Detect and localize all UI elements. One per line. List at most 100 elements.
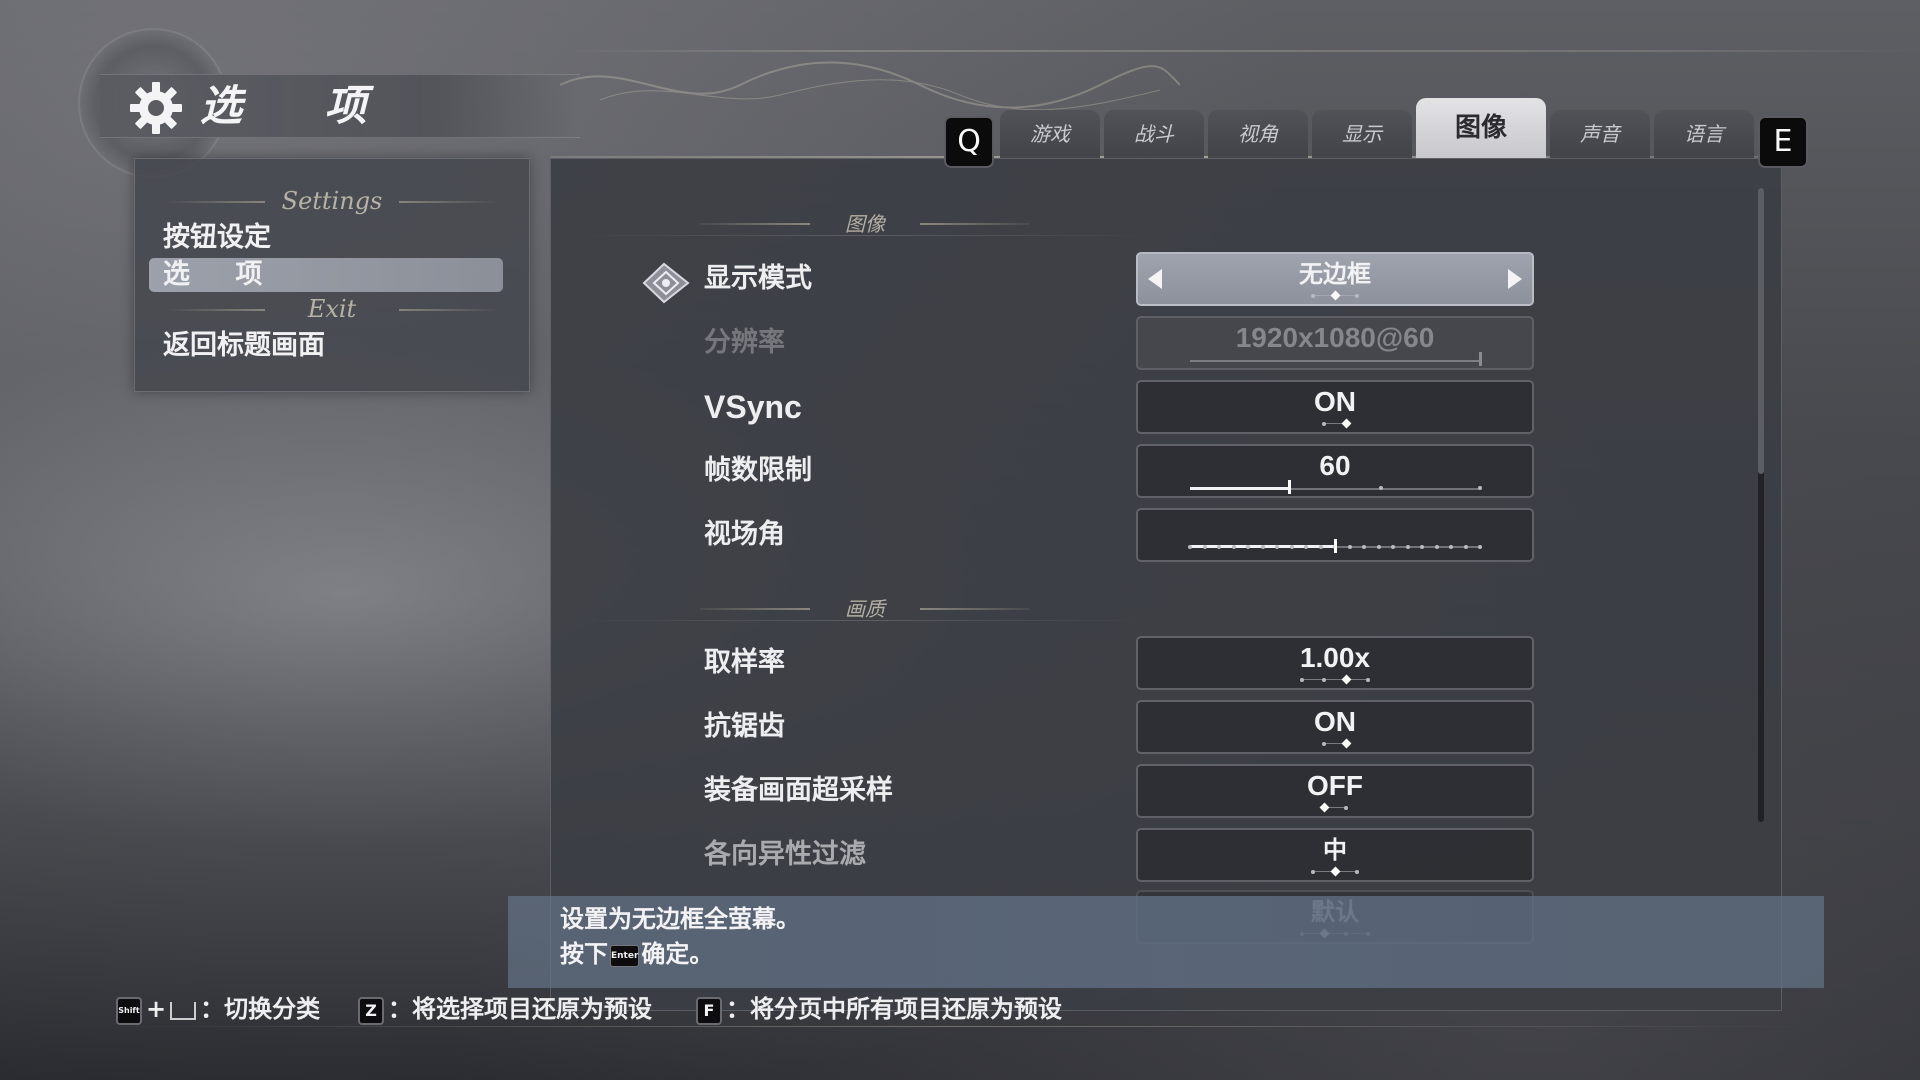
vsync-option-dot <box>1322 422 1326 426</box>
anisotropic-filtering-option-dot <box>1355 870 1359 874</box>
field-of-view-step-dot <box>1246 545 1250 549</box>
equipment-supersampling-control[interactable]: OFF <box>1136 764 1534 818</box>
field-of-view-control[interactable] <box>1136 508 1534 562</box>
vsync-label: VSync <box>704 389 802 425</box>
field-of-view-step-dot <box>1463 545 1468 549</box>
sampling-rate-option-dot <box>1322 678 1326 682</box>
equipment-supersampling-option-dot <box>1344 806 1348 810</box>
frame-limit-label: 帧数限制 <box>704 455 812 486</box>
footer-hint-reset-page: F ：将分页中所有项目还原为预设 <box>696 992 1062 1026</box>
field-of-view-label: 视场角 <box>704 519 785 550</box>
anti-aliasing-option-dot <box>1322 742 1326 746</box>
tab-game[interactable]: 游戏 <box>1000 110 1100 158</box>
frame-limit-slider-fill <box>1190 487 1289 490</box>
footer-rule <box>100 1026 1820 1027</box>
arrow-right-icon[interactable] <box>1508 269 1522 289</box>
sidebar-heading-settings: Settings <box>135 187 529 215</box>
resolution-label: 分辨率 <box>704 327 785 358</box>
anti-aliasing-value: ON <box>1314 706 1356 737</box>
enter-key-icon: Enter <box>610 944 640 967</box>
tab-language[interactable]: 语言 <box>1654 110 1754 158</box>
frame-limit-slider-marker <box>1478 486 1482 490</box>
tab-next-key-e[interactable]: E <box>1758 116 1808 168</box>
vsync-control[interactable]: ON <box>1136 380 1534 434</box>
vsync-option-dot <box>1341 418 1352 429</box>
anisotropic-filtering-option-dot <box>1311 870 1315 874</box>
display-mode-control[interactable]: 无边框 <box>1136 252 1534 306</box>
footer-hint-switch-category: Shift + ：切换分类 <box>116 992 320 1026</box>
anti-aliasing-control[interactable]: ON <box>1136 700 1534 754</box>
sidebar-item-button-settings[interactable]: 按钮设定 <box>163 221 271 255</box>
field-of-view-step-dot <box>1405 545 1410 549</box>
description-line-2: 按下 Enter 确定。 <box>560 939 714 968</box>
tab-camera[interactable]: 视角 <box>1208 110 1308 158</box>
frame-limit-control[interactable]: 60 <box>1136 444 1534 498</box>
vsync-value: ON <box>1314 386 1356 417</box>
display-mode-option-dots <box>1138 290 1532 301</box>
sidebar-item-options[interactable]: 选 项 <box>149 258 503 292</box>
equipment-supersampling-option-dot <box>1319 802 1330 813</box>
anisotropic-filtering-option-dot <box>1330 866 1341 877</box>
field-of-view-step-thumb[interactable] <box>1334 539 1337 553</box>
description-line-1: 设置为无边框全萤幕。 <box>560 904 800 933</box>
tab-sound[interactable]: 声音 <box>1550 110 1650 158</box>
field-of-view-step-dot <box>1376 545 1381 549</box>
frame-limit-slider-thumb[interactable] <box>1287 480 1291 494</box>
anti-aliasing-option-dots <box>1138 738 1532 749</box>
field-of-view-step-dot <box>1275 545 1279 549</box>
group-header-image: 图像 <box>700 212 1030 236</box>
f-key-icon: F <box>696 996 722 1025</box>
tab-display[interactable]: 显示 <box>1312 110 1412 158</box>
equipment-supersampling-option-dots <box>1138 802 1532 813</box>
field-of-view-step-dot <box>1391 545 1395 549</box>
field-of-view-step-dot <box>1420 545 1424 549</box>
ornament-swirl <box>560 61 1180 111</box>
arrow-keys-icon <box>170 1001 197 1020</box>
field-of-view-step-dot <box>1449 545 1453 549</box>
sampling-rate-option-dots <box>1138 674 1532 685</box>
sidebar-item-return-title[interactable]: 返回标题画面 <box>163 329 325 363</box>
anti-aliasing-option-dot <box>1341 738 1352 749</box>
display-mode-option-dot <box>1311 294 1315 298</box>
tab-combat[interactable]: 战斗 <box>1104 110 1204 158</box>
anisotropic-filtering-control[interactable]: 中 <box>1136 828 1534 882</box>
shift-key-icon: Shift <box>116 996 142 1025</box>
resolution-value: 1920x1080@60 <box>1235 322 1435 353</box>
sampling-rate-control[interactable]: 1.00x <box>1136 636 1534 690</box>
sidebar-heading-exit: Exit <box>135 295 529 323</box>
field-of-view-step-dot <box>1434 545 1439 549</box>
sampling-rate-label: 取样率 <box>704 647 785 678</box>
display-mode-option-dot <box>1330 290 1341 301</box>
arrow-left-icon[interactable] <box>1148 269 1162 289</box>
sampling-rate-option-dot <box>1366 678 1370 682</box>
sampling-rate-option-dot <box>1300 678 1304 682</box>
field-of-view-step-dot <box>1217 545 1221 549</box>
field-of-view-step-dot <box>1347 545 1352 549</box>
field-of-view-step-dot <box>1202 545 1207 549</box>
tab-graphics[interactable]: 图像 <box>1416 98 1546 158</box>
sampling-rate-value: 1.00x <box>1299 642 1371 673</box>
equipment-supersampling-value: OFF <box>1307 770 1363 801</box>
selection-cursor-icon <box>642 262 690 304</box>
z-key-icon: Z <box>358 996 384 1025</box>
equipment-supersampling-label: 装备画面超采样 <box>704 775 893 806</box>
vsync-option-dots <box>1138 418 1532 429</box>
group-header-quality: 画质 <box>700 597 1030 621</box>
field-of-view-step-dot <box>1188 545 1192 549</box>
field-of-view-step-dot <box>1362 545 1366 549</box>
footer-hint-reset-item: Z ：将选择项目还原为预设 <box>358 992 652 1026</box>
anti-aliasing-label: 抗锯齿 <box>704 711 785 742</box>
resolution-control: 1920x1080@60 <box>1136 316 1534 370</box>
anisotropic-filtering-label: 各向异性过滤 <box>704 839 866 870</box>
scrollbar-thumb[interactable] <box>1758 188 1764 474</box>
frame-limit-value: 60 <box>1319 450 1351 481</box>
gear-icon <box>130 82 182 134</box>
field-of-view-step-dot <box>1231 545 1236 549</box>
display-mode-label: 显示模式 <box>704 263 812 294</box>
field-of-view-step-dot <box>1478 545 1482 549</box>
sampling-rate-option-dot <box>1341 674 1352 685</box>
page-title: 选 项 <box>200 81 401 130</box>
tab-prev-key-q[interactable]: Q <box>944 116 994 168</box>
field-of-view-step-dot <box>1260 545 1265 549</box>
field-of-view-step-dot <box>1318 545 1323 549</box>
